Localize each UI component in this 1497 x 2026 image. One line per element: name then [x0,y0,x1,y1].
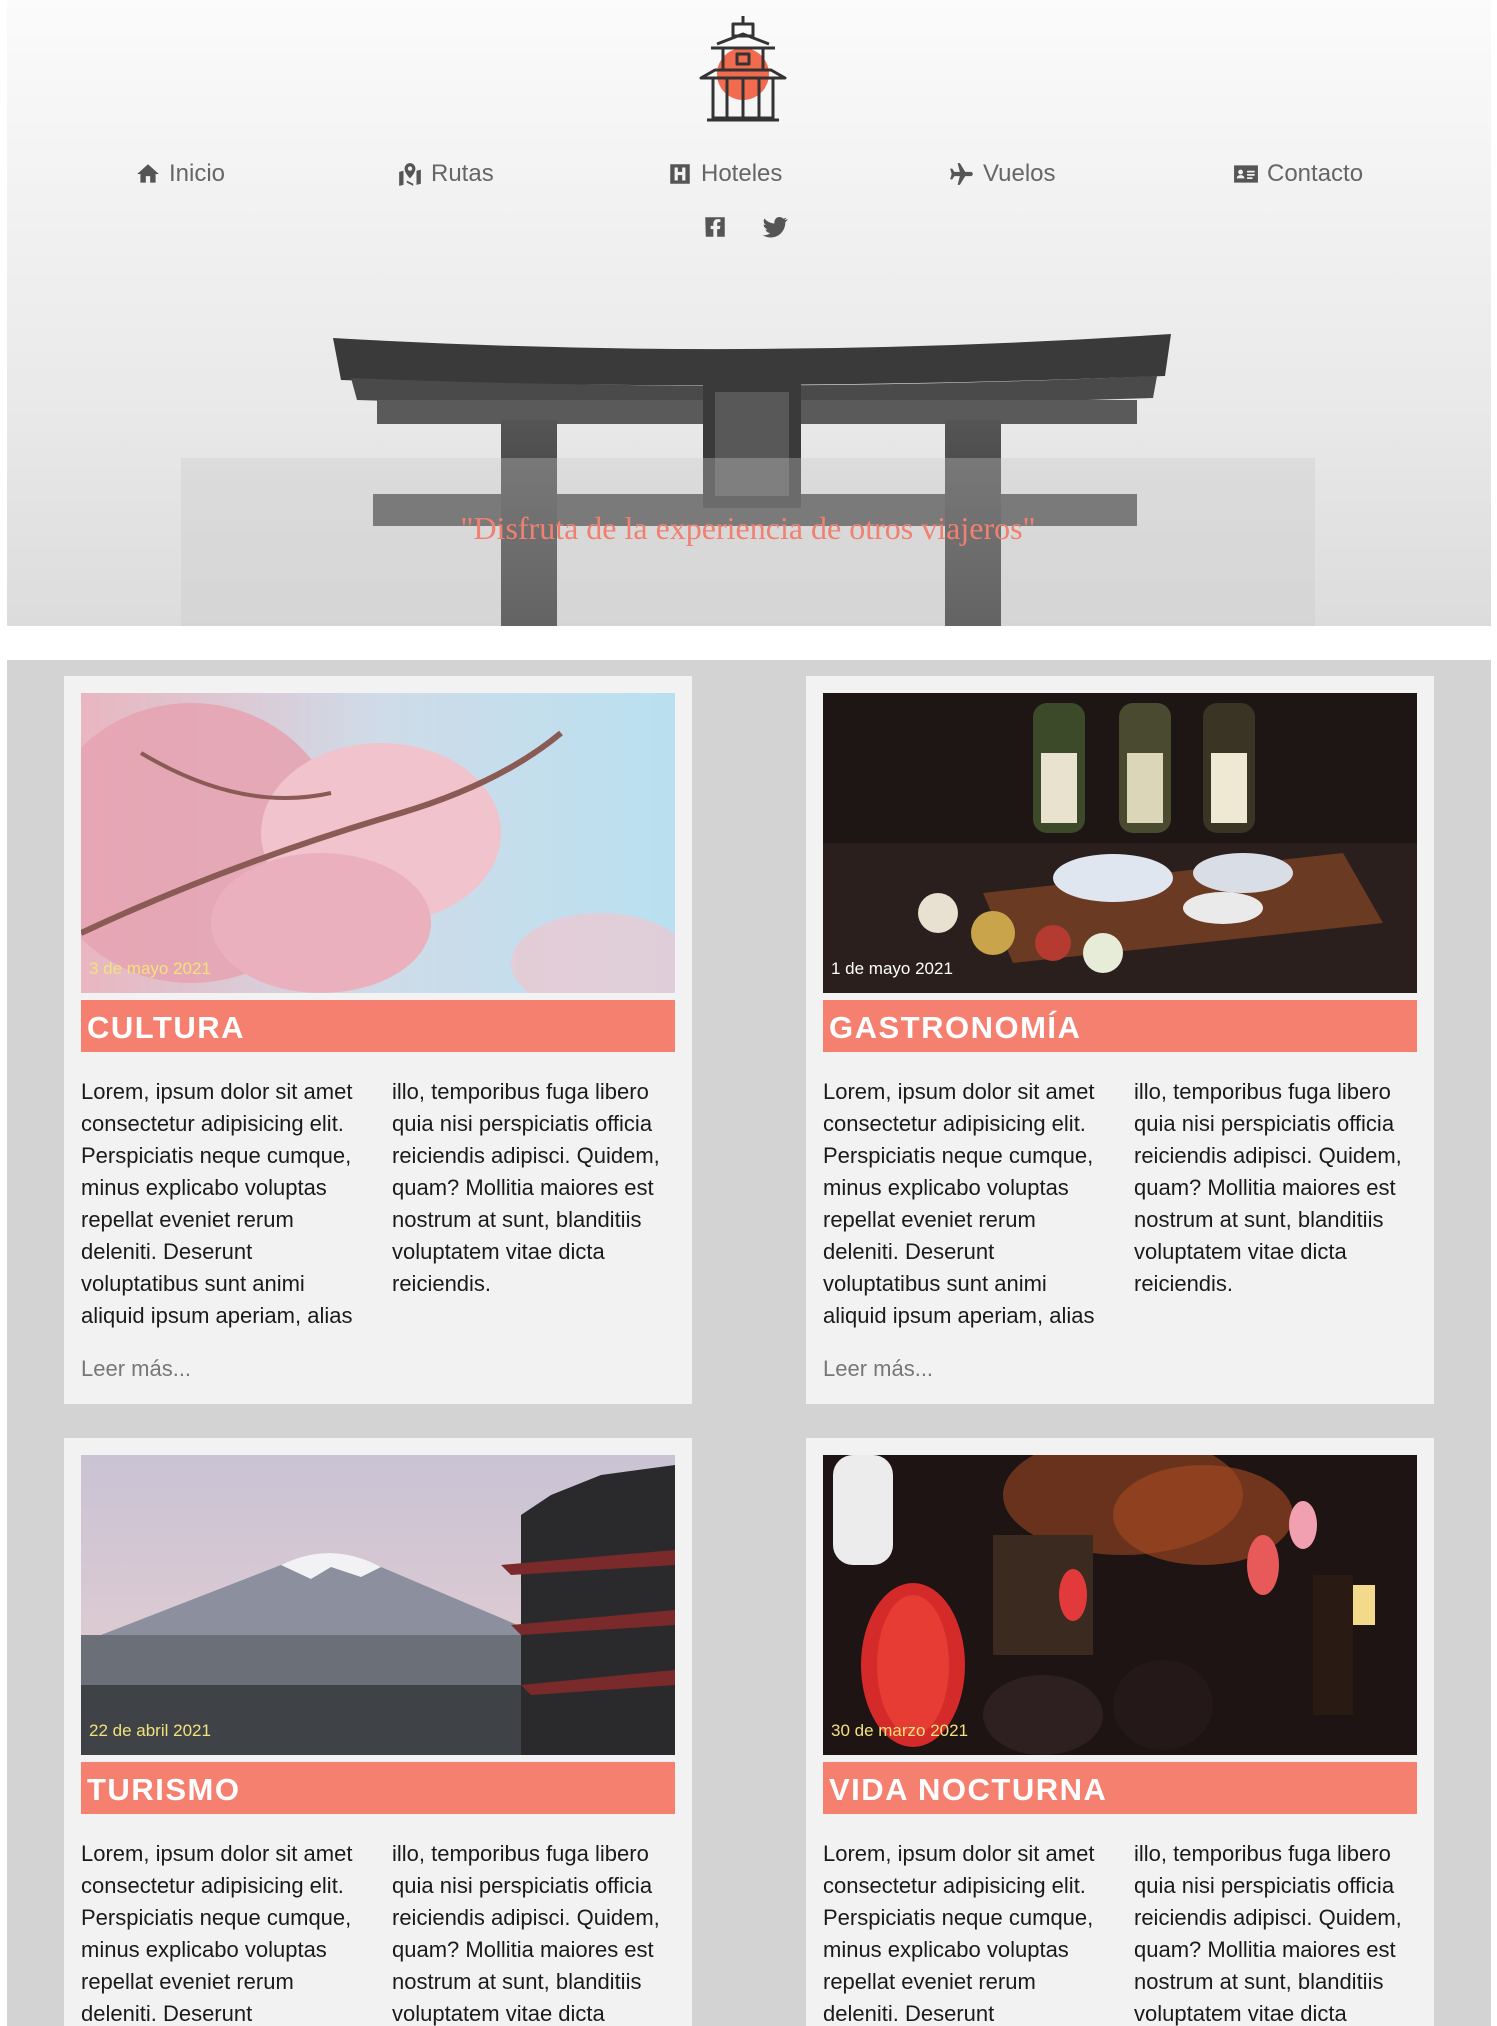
pagoda-logo-icon[interactable] [695,14,791,124]
nav-item-contacto[interactable]: Contacto [1233,152,1363,196]
nav-item-rutas[interactable]: Rutas [397,152,494,196]
article-excerpt: Lorem, ipsum dolor sit amet consectetur … [81,1079,660,1328]
facebook-icon[interactable] [702,214,728,240]
nav-label: Hoteles [701,160,783,187]
hero-quote: "Disfruta de la experiencia de otros via… [460,510,1036,546]
map-marked-icon [399,163,421,186]
article-image[interactable] [81,1455,675,1755]
article-date: 22 de abril 2021 [89,1721,211,1740]
twitter-icon[interactable] [762,214,788,240]
article-date: 30 de marzo 2021 [831,1721,969,1740]
nav-label: Inicio [169,160,226,187]
article-date: 1 de mayo 2021 [831,959,953,978]
read-more-link[interactable]: Leer más... [823,1356,933,1382]
article-date: 3 de mayo 2021 [89,959,211,978]
hero-banner: Inicio Rutas Hoteles Vuelos Contacto "Di… [7,0,1491,626]
cherry-blossom-photo [81,693,675,993]
article-category[interactable]: TURISMO [81,1762,675,1814]
article-image[interactable] [823,1455,1417,1755]
article-card[interactable]: 3 de mayo 2021 CULTURA Lorem, ipsum dolo… [64,676,692,1404]
hotel-h-icon [670,164,690,184]
home-icon [137,164,159,183]
article-card[interactable]: 1 de mayo 2021 GASTRONOMÍA Lorem, ipsum … [806,676,1434,1404]
night-street-lanterns-photo [823,1455,1417,1755]
address-card-icon [1234,165,1258,183]
article-image[interactable] [823,693,1417,993]
article-card[interactable]: 30 de marzo 2021 VIDA NOCTURNA Lorem, ip… [806,1438,1434,2026]
nav-label: Rutas [431,160,494,187]
plane-icon [950,163,973,185]
mount-fuji-pagoda-photo [81,1455,675,1755]
article-category[interactable]: GASTRONOMÍA [823,1000,1417,1052]
article-category[interactable]: VIDA NOCTURNA [823,1762,1417,1814]
sake-and-food-photo [823,693,1417,993]
nav-item-vuelos[interactable]: Vuelos [949,152,1056,196]
read-more-link[interactable]: Leer más... [81,1356,191,1382]
nav-label: Vuelos [983,160,1056,187]
article-excerpt: Lorem, ipsum dolor sit amet consectetur … [823,1079,1402,1328]
nav-item-hoteles[interactable]: Hoteles [667,152,782,196]
main-nav: Inicio Rutas Hoteles Vuelos Contacto [7,152,1491,196]
nav-label: Contacto [1267,160,1364,187]
article-image[interactable] [81,693,675,993]
article-category[interactable]: CULTURA [81,1000,675,1052]
article-excerpt: Lorem, ipsum dolor sit amet consectetur … [81,1841,660,2026]
nav-item-inicio[interactable]: Inicio [135,152,225,196]
article-excerpt: Lorem, ipsum dolor sit amet consectetur … [823,1841,1402,2026]
social-links [702,214,788,240]
article-card[interactable]: 22 de abril 2021 TURISMO Lorem, ipsum do… [64,1438,692,2026]
